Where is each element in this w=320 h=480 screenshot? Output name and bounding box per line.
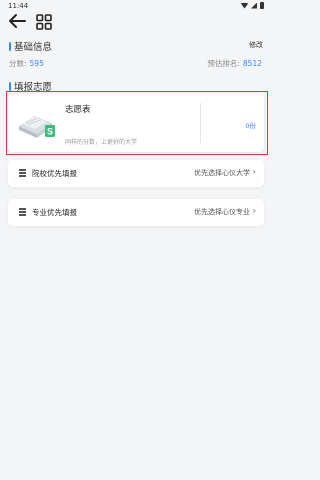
- status-icons: [241, 2, 264, 9]
- signal-icon: [251, 2, 257, 9]
- basic-info-title-text: 基础信息: [14, 42, 53, 53]
- score-row: 分数: 595: [9, 58, 44, 69]
- edit-button[interactable]: 修改: [249, 40, 263, 50]
- menu-icon: [19, 169, 26, 177]
- menu-icon: [19, 208, 26, 216]
- status-time: 11:44: [8, 2, 29, 10]
- divider: [200, 103, 201, 143]
- option-label: 院校优先填报: [32, 169, 77, 178]
- rank-row: 预估排名: 8512: [207, 58, 262, 69]
- back-arrow-icon[interactable]: [8, 13, 26, 29]
- school-first-option[interactable]: 院校优先填报 优先选择心仪大学 ›: [8, 160, 264, 187]
- grid-apps-icon[interactable]: [36, 14, 52, 30]
- option-hint: 优先选择心仪专业: [194, 208, 250, 216]
- major-first-option[interactable]: 专业优先填报 优先选择心仪专业 ›: [8, 199, 264, 226]
- fill-section-title: 填报志愿: [9, 79, 52, 93]
- wish-list-title: 志愿表: [65, 105, 91, 115]
- fill-section-title-text: 填报志愿: [14, 82, 53, 93]
- score-value: 595: [29, 59, 44, 68]
- option-hint: 优先选择心仪大学: [194, 169, 250, 177]
- basic-info-title: 基础信息: [9, 39, 52, 53]
- battery-icon: [260, 2, 264, 9]
- section-accent-bar: [9, 41, 11, 51]
- wish-list-count: 0份: [245, 122, 256, 130]
- score-label: 分数:: [9, 59, 27, 68]
- wish-list-subtitle: 同样的分数，上更好的大学: [65, 139, 138, 146]
- svg-text:S: S: [47, 127, 53, 137]
- toolbar: [0, 12, 270, 32]
- wifi-icon: [241, 2, 248, 9]
- wish-list-card[interactable]: S 志愿表 同样的分数，上更好的大学 0份: [8, 94, 264, 152]
- option-label: 专业优先填报: [32, 208, 77, 217]
- rank-label: 预估排名:: [207, 59, 240, 68]
- rank-value: 8512: [242, 59, 262, 68]
- chevron-right-icon: ›: [252, 206, 256, 215]
- chevron-right-icon: ›: [252, 167, 256, 176]
- section-accent-bar: [9, 81, 11, 91]
- wish-list-icon: S: [16, 108, 58, 142]
